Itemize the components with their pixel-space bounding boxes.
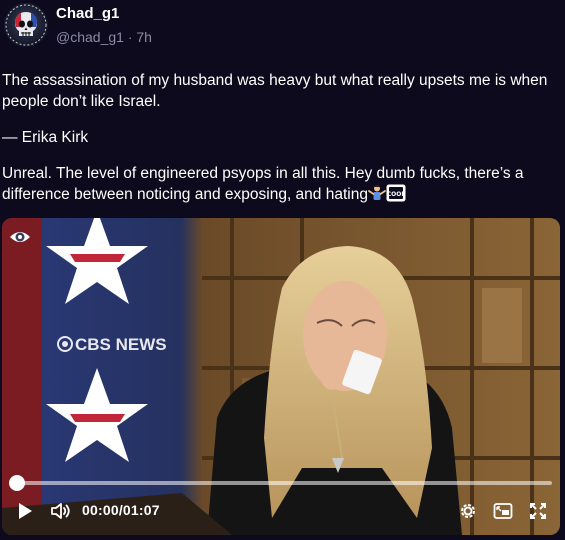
progress-bar[interactable] — [17, 481, 552, 485]
handle[interactable]: @chad_g1 — [56, 29, 124, 45]
eye-icon[interactable] — [8, 225, 32, 249]
post-meta: @chad_g1 · 7h — [56, 29, 152, 45]
svg-text:COOL: COOL — [387, 191, 406, 198]
meta-separator: · — [127, 29, 133, 45]
duration: /01:07 — [118, 502, 160, 518]
person-shrugging-icon — [368, 184, 386, 208]
video-frame: CBS NEWS — [2, 218, 560, 535]
video-player[interactable]: CBS NEWS 00:00/01:07 — [2, 218, 560, 535]
post-header: Chad_g1 @chad_g1 · 7h — [4, 3, 544, 47]
settings-gear-icon[interactable] — [456, 498, 480, 524]
display-name[interactable]: Chad_g1 — [56, 5, 119, 22]
post-paragraph: Unreal. The level of engineered psyops i… — [2, 165, 524, 203]
volume-icon[interactable] — [48, 498, 74, 524]
play-icon[interactable] — [14, 498, 36, 524]
post-paragraph: The assassination of my husband was heav… — [2, 72, 548, 110]
picture-in-picture-icon[interactable] — [491, 498, 515, 524]
cbs-news-watermark: CBS NEWS — [75, 335, 167, 354]
skull-emblem-icon — [5, 4, 47, 46]
fullscreen-icon[interactable] — [526, 498, 550, 524]
time-display: 00:00/01:07 — [82, 502, 160, 518]
cool-button-icon: COOL — [386, 184, 406, 208]
timestamp[interactable]: 7h — [136, 29, 152, 45]
post-paragraph-with-emoji: Unreal. The level of engineered psyops i… — [2, 163, 560, 208]
post-body: The assassination of my husband was heav… — [2, 70, 560, 223]
post-attribution: — Erika Kirk — [2, 129, 89, 146]
current-time: 00:00 — [82, 502, 119, 518]
avatar[interactable] — [4, 3, 48, 47]
video-controls: 00:00/01:07 — [2, 498, 560, 526]
progress-thumb[interactable] — [9, 475, 25, 491]
